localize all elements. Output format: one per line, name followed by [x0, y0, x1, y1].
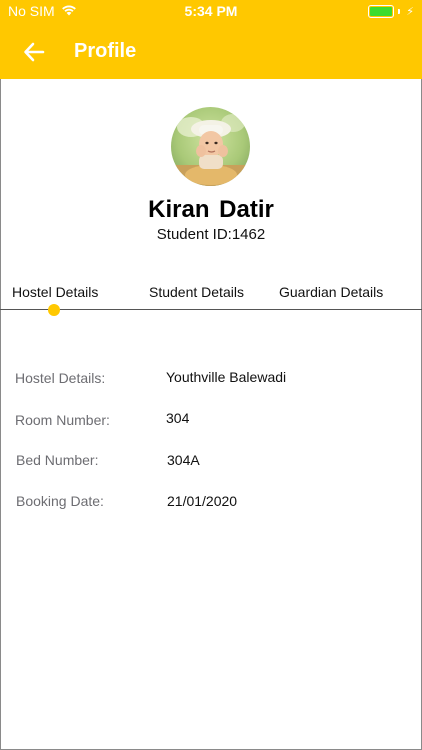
- status-time: 5:34 PM: [184, 3, 238, 19]
- status-right: ⚡: [368, 5, 414, 18]
- room-number-label: Room Number:: [15, 412, 110, 428]
- bed-number-value: 304A: [167, 452, 200, 468]
- nav-bar: Profile: [0, 24, 422, 79]
- battery-icon: [368, 5, 395, 18]
- student-id: Student ID:1462: [156, 226, 266, 243]
- status-bar: No SIM 5:34 PM ⚡: [0, 0, 422, 24]
- tab-student-details[interactable]: Student Details: [149, 284, 244, 300]
- bed-number-label: Bed Number:: [16, 452, 99, 468]
- booking-date-value: 21/01/2020: [167, 493, 238, 509]
- profile-name: Kiran Datir: [148, 196, 274, 223]
- battery-level: [370, 7, 393, 16]
- charging-bolt-icon: ⚡: [406, 6, 414, 18]
- tab-guardian-details[interactable]: Guardian Details: [279, 284, 383, 300]
- tab-selected-indicator: [48, 304, 60, 316]
- back-button[interactable]: [20, 37, 50, 67]
- hostel-details-label: Hostel Details:: [15, 370, 106, 386]
- tab-divider: [0, 309, 422, 310]
- hostel-details-value: Youthville Balewadi: [166, 369, 287, 385]
- arrow-left-icon: [24, 42, 45, 62]
- battery-cap: [398, 9, 401, 14]
- tab-hostel-details[interactable]: Hostel Details: [12, 284, 98, 300]
- page-title: Profile: [74, 40, 137, 62]
- profile-photo: [171, 107, 250, 186]
- avatar: [171, 107, 250, 186]
- booking-date-label: Booking Date:: [16, 493, 104, 509]
- room-number-value: 304: [166, 410, 190, 426]
